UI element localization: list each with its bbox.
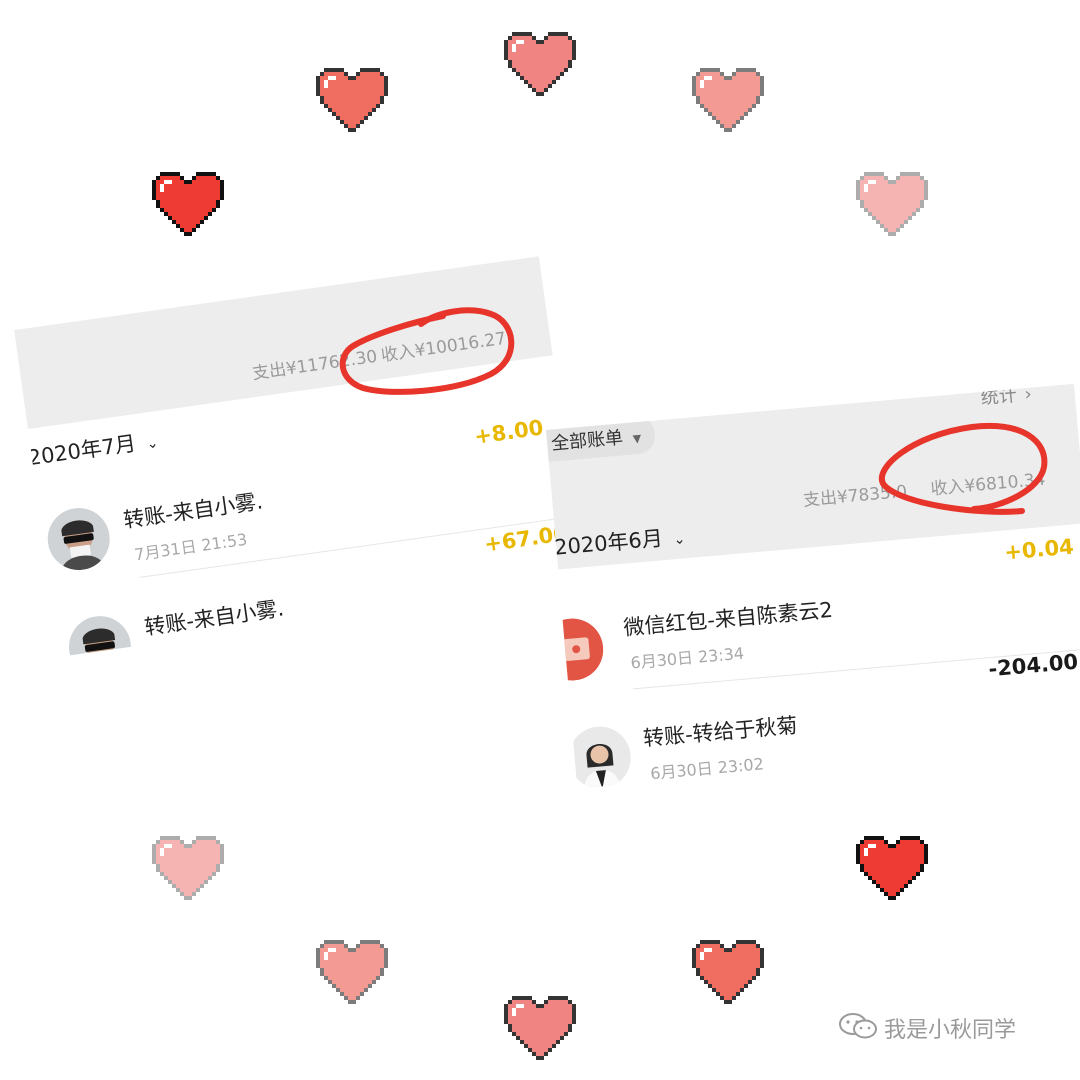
transaction-time: 7月31日 21:53 [133,529,249,565]
heart-icon [504,996,576,1060]
filter-label: 全部账单 [550,427,624,455]
month-selector[interactable]: 2020年7月 ⌄ [26,424,160,472]
heart-icon [316,68,388,132]
avatar [64,612,135,657]
wechat-icon [838,1012,878,1044]
transaction-title: 转账-转给于秋菊 [642,713,799,751]
watermark: 我是小秋同学 [838,1012,1016,1044]
avatar [43,504,114,575]
heart-icon [152,172,224,236]
transaction-time: 6月30日 23:34 [629,643,745,673]
heart-icon [504,32,576,96]
transaction-title: 转账-来自小雾. [143,596,286,640]
caret-down-icon: ▼ [632,431,642,446]
chevron-down-icon: ⌄ [672,531,686,549]
transaction-amount: -204.00 [987,649,1080,682]
avatar [546,615,606,684]
transaction-title: 微信红包-来自陈素云2 [622,597,834,640]
month-label: 2020年7月 [26,431,138,471]
heart-icon [692,68,764,132]
heart-icon [152,836,224,900]
heart-icon [316,940,388,1004]
watermark-text: 我是小秋同学 [884,1018,1017,1043]
circle-marker [879,422,1048,515]
circle-marker [339,307,515,395]
transaction-amount: +0.04 [1003,534,1075,565]
heart-icon [692,940,764,1004]
heart-icon [856,836,928,900]
avatar [566,723,634,789]
stats-link[interactable]: 统计 › [980,384,1033,410]
transaction-amount: +8.00 [472,415,545,449]
chevron-down-icon: ⌄ [145,435,160,453]
transaction-time: 6月30日 23:02 [649,754,765,784]
heart-icon [856,172,928,236]
stats-label: 统计 [979,384,1018,409]
